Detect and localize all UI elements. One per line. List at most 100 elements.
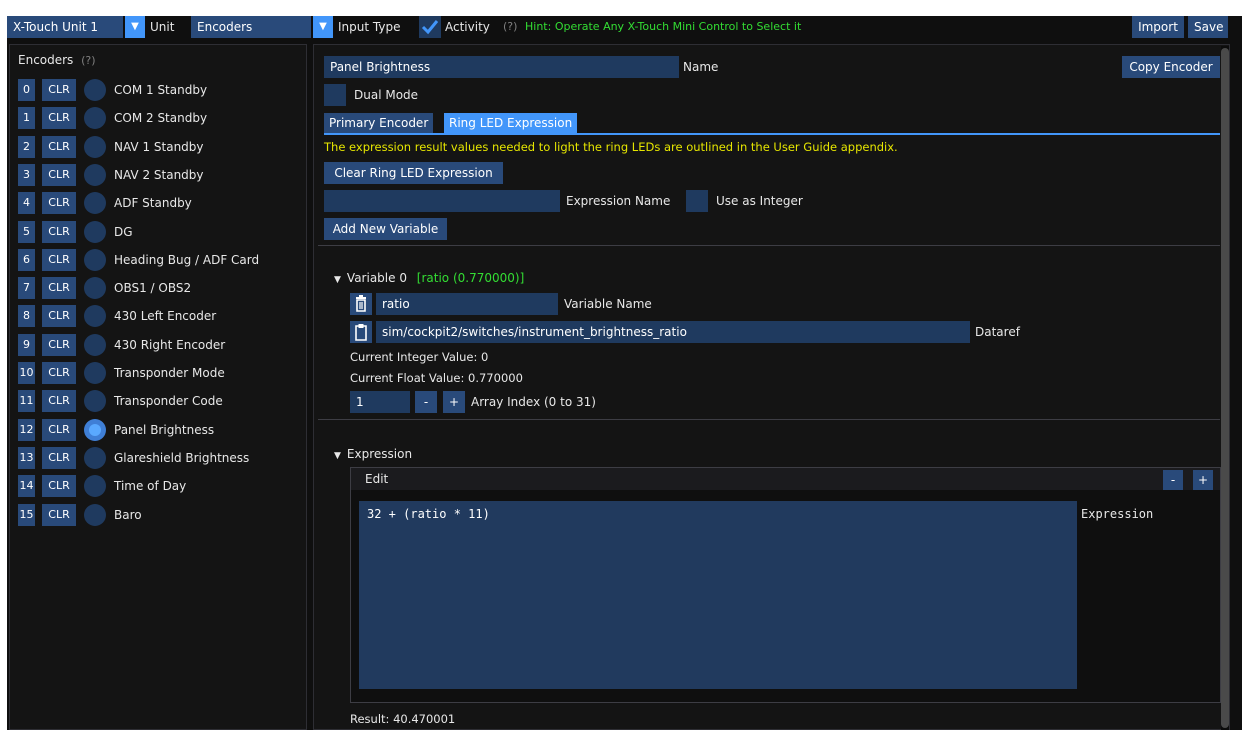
encoder-select-radio[interactable] <box>84 277 106 299</box>
hint-text: Hint: Operate Any X-Touch Mini Control t… <box>525 20 802 33</box>
encoder-row[interactable]: 4 CLR ADF Standby <box>18 192 303 214</box>
dataref-field[interactable]: sim/cockpit2/switches/instrument_brightn… <box>376 321 970 343</box>
input-type-dropdown-arrow-icon[interactable]: ▼ <box>313 16 333 38</box>
main-scrollbar-thumb[interactable] <box>1221 48 1229 728</box>
encoder-row[interactable]: 12 CLR Panel Brightness <box>18 419 303 441</box>
clipboard-icon <box>355 324 367 341</box>
save-button[interactable]: Save <box>1188 16 1228 38</box>
encoder-index: 1 <box>18 107 35 129</box>
encoder-select-radio[interactable] <box>84 192 106 214</box>
clear-encoder-button[interactable]: CLR <box>42 390 76 412</box>
clear-encoder-button[interactable]: CLR <box>42 419 76 441</box>
clear-encoder-button[interactable]: CLR <box>42 277 76 299</box>
tab-primary-encoder[interactable]: Primary Encoder <box>324 113 434 133</box>
variable-name-label: Variable Name <box>564 297 652 311</box>
clear-encoder-button[interactable]: CLR <box>42 447 76 469</box>
clear-encoder-button[interactable]: CLR <box>42 504 76 526</box>
expression-shrink-button[interactable]: - <box>1163 470 1183 490</box>
encoder-select-radio[interactable] <box>84 334 106 356</box>
clear-encoder-button[interactable]: CLR <box>42 249 76 271</box>
encoder-select-radio[interactable] <box>84 164 106 186</box>
unit-select[interactable]: X-Touch Unit 1 <box>7 16 123 38</box>
expression-header[interactable]: ▼ Expression <box>334 443 412 465</box>
unit-label: Unit <box>150 20 175 34</box>
encoder-select-radio[interactable] <box>84 305 106 327</box>
encoder-name-label: Name <box>683 60 719 74</box>
encoder-row[interactable]: 8 CLR 430 Left Encoder <box>18 305 303 327</box>
encoder-row[interactable]: 9 CLR 430 Right Encoder <box>18 334 303 356</box>
dual-mode-checkbox[interactable] <box>324 84 346 106</box>
array-index-field[interactable]: 1 <box>350 391 410 413</box>
add-new-variable-button[interactable]: Add New Variable <box>324 218 447 240</box>
tab-underline <box>324 133 1220 135</box>
main-scrollbar-track[interactable] <box>1221 46 1229 730</box>
encoder-select-radio[interactable] <box>84 390 106 412</box>
encoder-row[interactable]: 6 CLR Heading Bug / ADF Card <box>18 249 303 271</box>
dual-mode-label: Dual Mode <box>354 88 419 102</box>
expression-editor: Edit - + Expression <box>350 467 1221 703</box>
sidebar-help-mark[interactable]: (?) <box>81 54 95 67</box>
import-button[interactable]: Import <box>1132 16 1184 38</box>
encoder-name: Heading Bug / ADF Card <box>114 253 260 267</box>
paste-dataref-button[interactable] <box>350 321 372 343</box>
encoder-row[interactable]: 2 CLR NAV 1 Standby <box>18 136 303 158</box>
clear-encoder-button[interactable]: CLR <box>42 221 76 243</box>
clear-encoder-button[interactable]: CLR <box>42 136 76 158</box>
clear-encoder-button[interactable]: CLR <box>42 107 76 129</box>
encoder-row[interactable]: 14 CLR Time of Day <box>18 475 303 497</box>
expression-grow-button[interactable]: + <box>1193 470 1213 490</box>
unit-dropdown-arrow-icon[interactable]: ▼ <box>125 16 145 38</box>
encoder-row[interactable]: 15 CLR Baro <box>18 504 303 526</box>
clear-encoder-button[interactable]: CLR <box>42 362 76 384</box>
encoder-select-radio[interactable] <box>84 447 106 469</box>
encoder-name: Panel Brightness <box>114 423 215 437</box>
delete-variable-button[interactable] <box>350 293 372 315</box>
expression-name-field[interactable] <box>324 190 560 212</box>
encoder-row[interactable]: 13 CLR Glareshield Brightness <box>18 447 303 469</box>
encoder-select-radio[interactable] <box>84 221 106 243</box>
variable-header-value: [ratio (0.770000)] <box>416 271 525 285</box>
activity-checkbox[interactable] <box>419 16 441 38</box>
info-text: The expression result values needed to l… <box>324 140 898 154</box>
encoders-sidebar: Encoders (?) 0 CLR COM 1 Standby 1 CLR COM 2 … <box>9 44 307 730</box>
use-as-integer-checkbox[interactable] <box>686 190 708 212</box>
variable-header[interactable]: ▼ Variable 0 [ratio (0.770000)] <box>334 267 524 289</box>
encoder-row[interactable]: 5 CLR DG <box>18 221 303 243</box>
encoder-select-radio[interactable] <box>84 136 106 158</box>
array-index-decrement-button[interactable]: - <box>415 391 437 413</box>
clear-encoder-button[interactable]: CLR <box>42 305 76 327</box>
encoder-select-radio[interactable] <box>84 107 106 129</box>
encoder-row[interactable]: 3 CLR NAV 2 Standby <box>18 164 303 186</box>
checkmark-icon <box>421 20 439 35</box>
encoder-name-field[interactable]: Panel Brightness <box>324 56 679 78</box>
activity-help-mark[interactable]: (?) <box>503 16 517 38</box>
clear-encoder-button[interactable]: CLR <box>42 475 76 497</box>
array-index-increment-button[interactable]: + <box>443 391 465 413</box>
clear-encoder-button[interactable]: CLR <box>42 192 76 214</box>
encoder-select-radio[interactable] <box>84 249 106 271</box>
clear-encoder-button[interactable]: CLR <box>42 334 76 356</box>
encoder-select-radio[interactable] <box>84 419 106 441</box>
encoder-row[interactable]: 7 CLR OBS1 / OBS2 <box>18 277 303 299</box>
encoder-select-radio[interactable] <box>84 362 106 384</box>
encoder-row[interactable]: 0 CLR COM 1 Standby <box>18 79 303 101</box>
encoder-select-radio[interactable] <box>84 79 106 101</box>
encoder-row[interactable]: 1 CLR COM 2 Standby <box>18 107 303 129</box>
clear-encoder-button[interactable]: CLR <box>42 164 76 186</box>
tab-ring-led-expression[interactable]: Ring LED Expression <box>444 113 578 133</box>
input-type-select[interactable]: Encoders <box>191 16 311 38</box>
encoder-select-radio[interactable] <box>84 504 106 526</box>
encoder-row[interactable]: 10 CLR Transponder Mode <box>18 362 303 384</box>
encoder-select-radio[interactable] <box>84 475 106 497</box>
encoder-index: 0 <box>18 79 35 101</box>
clear-ring-led-expression-button[interactable]: Clear Ring LED Expression <box>324 162 503 184</box>
encoder-index: 11 <box>18 390 35 412</box>
variable-name-field[interactable]: ratio <box>376 293 558 315</box>
clear-encoder-button[interactable]: CLR <box>42 79 76 101</box>
encoder-index: 15 <box>18 504 35 526</box>
encoder-row[interactable]: 11 CLR Transponder Code <box>18 390 303 412</box>
encoder-index: 3 <box>18 164 35 186</box>
expression-textarea[interactable] <box>359 501 1077 689</box>
encoder-index: 13 <box>18 447 35 469</box>
copy-encoder-button[interactable]: Copy Encoder <box>1122 56 1220 78</box>
